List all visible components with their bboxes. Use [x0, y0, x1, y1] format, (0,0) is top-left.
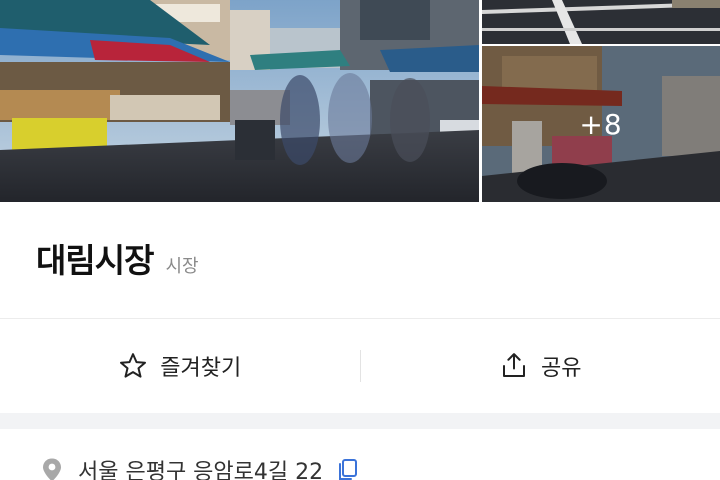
address-text: 서울 은평구 응암로4길 22 — [78, 460, 324, 480]
thumbnail-photo-bottom[interactable]: +8 — [482, 46, 720, 202]
action-bar: 즐겨찾기 공유 — [0, 319, 720, 413]
share-button[interactable]: 공유 — [361, 319, 720, 413]
more-photos-count[interactable]: +8 — [482, 46, 720, 202]
favorite-label: 즐겨찾기 — [160, 356, 242, 381]
share-label: 공유 — [541, 356, 582, 381]
favorite-button[interactable]: 즐겨찾기 — [0, 319, 360, 413]
star-outline-icon — [118, 351, 148, 381]
section-gap — [0, 413, 720, 429]
main-photo[interactable] — [0, 0, 479, 202]
share-icon — [499, 351, 529, 381]
location-pin-icon — [40, 457, 64, 480]
photo-gallery: +8 — [0, 0, 720, 202]
place-title: 대림시장 시장 — [36, 234, 199, 282]
place-category: 시장 — [165, 256, 199, 277]
copy-icon[interactable] — [337, 457, 361, 480]
address-row: 서울 은평구 응암로4길 22 — [40, 454, 361, 480]
place-name: 대림시장 — [36, 241, 154, 280]
thumbnail-photo-top[interactable] — [482, 0, 720, 44]
